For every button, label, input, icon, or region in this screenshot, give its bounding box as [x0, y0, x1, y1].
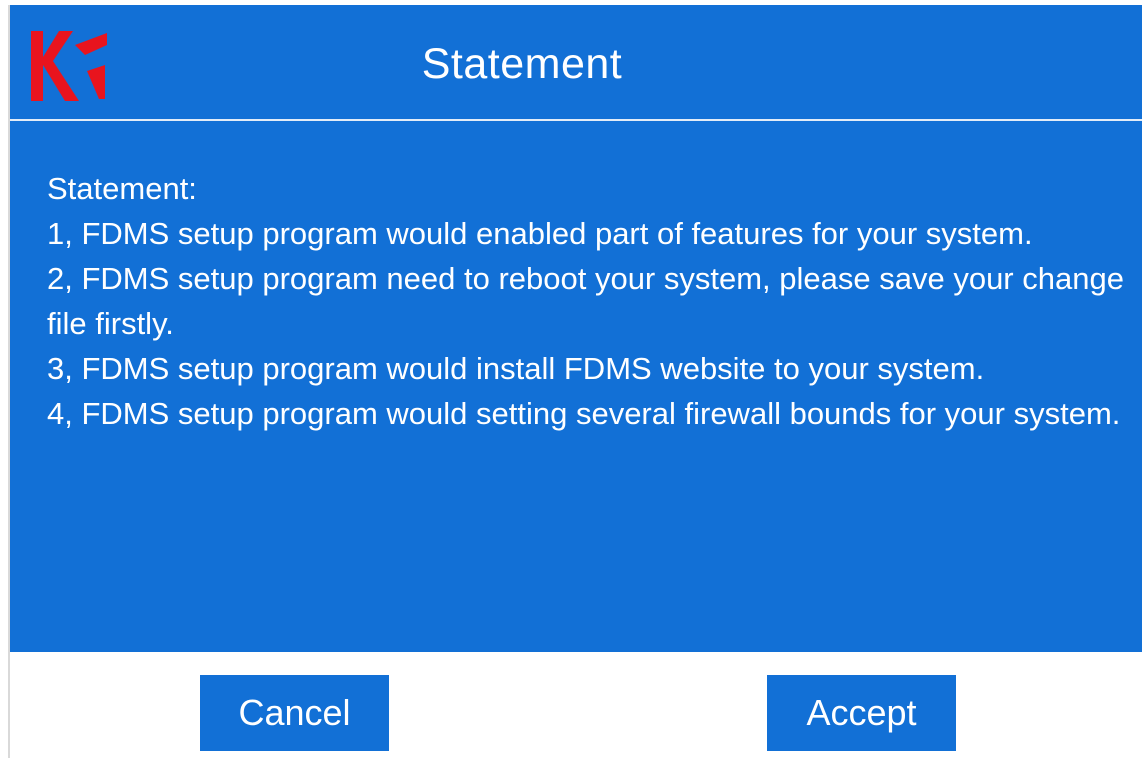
statement-item-2: 2, FDMS setup program need to reboot you… [47, 261, 1124, 341]
button-bar: Cancel Accept [10, 652, 1142, 758]
statement-text: Statement: 1, FDMS setup program would e… [47, 166, 1127, 436]
setup-statement-dialog: Statement Statement: 1, FDMS setup progr… [8, 5, 1142, 758]
dialog-title: Statement [421, 40, 623, 88]
statement-item-3: 3, FDMS setup program would install FDMS… [47, 351, 985, 386]
statement-panel: Statement: 1, FDMS setup program would e… [10, 121, 1142, 652]
statement-heading: Statement: [47, 171, 197, 206]
cancel-button[interactable]: Cancel [200, 675, 389, 751]
statement-item-4: 4, FDMS setup program would setting seve… [47, 396, 1121, 431]
statement-item-1: 1, FDMS setup program would enabled part… [47, 216, 1033, 251]
title-bar: Statement [10, 5, 1142, 119]
accept-button[interactable]: Accept [767, 675, 956, 751]
